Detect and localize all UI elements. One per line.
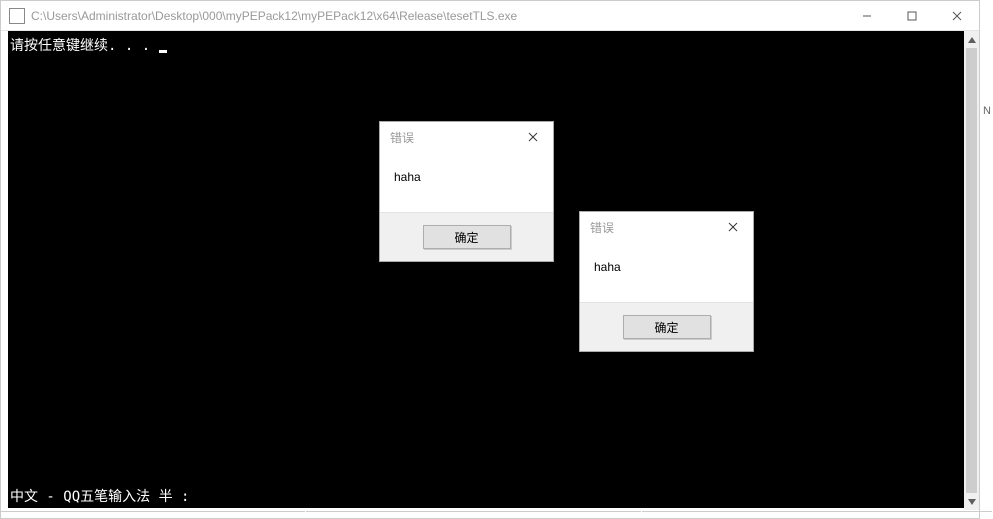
error-dialog-2[interactable]: 错误 haha 确定 xyxy=(579,211,754,352)
maximize-button[interactable] xyxy=(889,1,934,30)
console-window: C:\Users\Administrator\Desktop\000\myPEP… xyxy=(0,0,980,519)
app-icon xyxy=(9,8,25,24)
ime-status-line: 中文 - QQ五笔输入法 半 : xyxy=(10,486,189,506)
dialog-titlebar[interactable]: 错误 xyxy=(380,122,553,152)
bottom-segment xyxy=(306,511,641,519)
bottom-strip xyxy=(0,511,993,519)
scroll-thumb[interactable] xyxy=(966,48,977,493)
titlebar[interactable]: C:\Users\Administrator\Desktop\000\myPEP… xyxy=(1,1,979,31)
bottom-segment xyxy=(642,511,992,519)
dialog-titlebar[interactable]: 错误 xyxy=(580,212,753,242)
dialog-footer: 确定 xyxy=(580,302,753,351)
window-controls xyxy=(844,1,979,30)
window-title: C:\Users\Administrator\Desktop\000\myPEP… xyxy=(31,9,844,23)
error-dialog-1[interactable]: 错误 haha 确定 xyxy=(379,121,554,262)
ok-button[interactable]: 确定 xyxy=(423,225,511,249)
dialog-message: haha xyxy=(580,242,753,302)
dialog-close-button[interactable] xyxy=(719,216,747,238)
console-prompt-line: 请按任意键继续. . . xyxy=(10,38,159,54)
scroll-down-button[interactable] xyxy=(964,493,979,510)
dialog-close-button[interactable] xyxy=(519,126,547,148)
console-output[interactable]: 请按任意键继续. . . 中文 - QQ五笔输入法 半 : xyxy=(8,31,964,508)
right-panel-hint: N xyxy=(981,96,993,126)
scroll-track[interactable] xyxy=(964,48,979,493)
scroll-up-button[interactable] xyxy=(964,31,979,48)
close-button[interactable] xyxy=(934,1,979,30)
dialog-footer: 确定 xyxy=(380,212,553,261)
dialog-title: 错误 xyxy=(590,219,719,236)
text-cursor xyxy=(159,50,167,53)
vertical-scrollbar[interactable] xyxy=(964,31,979,510)
minimize-button[interactable] xyxy=(844,1,889,30)
dialog-title: 错误 xyxy=(390,129,519,146)
dialog-message: haha xyxy=(380,152,553,212)
ok-button[interactable]: 确定 xyxy=(623,315,711,339)
bottom-segment xyxy=(0,511,305,519)
